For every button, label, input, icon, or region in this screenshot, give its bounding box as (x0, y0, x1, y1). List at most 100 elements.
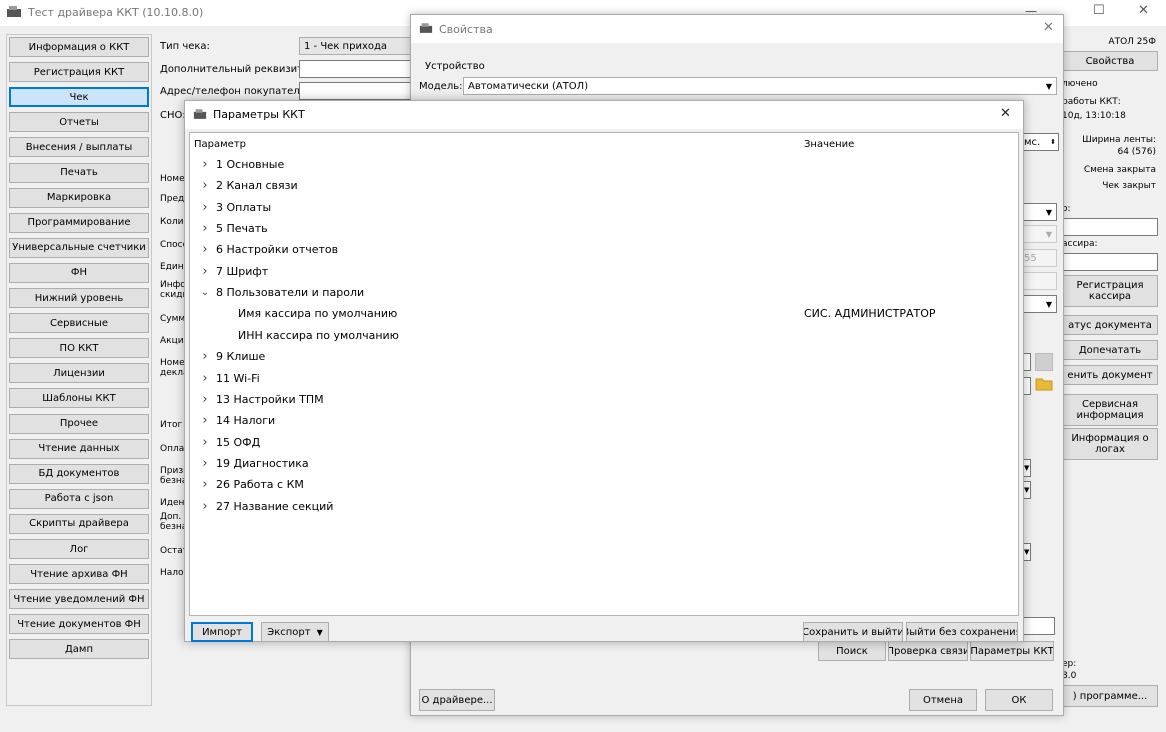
sidebar-item[interactable]: Внесения / выплаты (9, 137, 149, 158)
tree-row[interactable]: › 27 Название секций (198, 496, 1018, 517)
sidebar-item[interactable]: Чек (9, 87, 149, 108)
search-button[interactable]: Поиск (818, 641, 886, 661)
sidebar-item[interactable]: БД документов (9, 463, 149, 484)
sidebar-item[interactable]: Чтение уведомлений ФН (9, 589, 149, 610)
sidebar-item[interactable]: Прочее (9, 413, 149, 434)
sidebar-item[interactable]: Информация о ККТ (9, 37, 149, 57)
tree-row[interactable]: › 3 Оплаты (198, 197, 1018, 218)
tree-row[interactable]: › 13 Настройки ТПМ (198, 389, 1018, 410)
reprint-button[interactable]: Допечатать (1062, 340, 1158, 360)
sidebar-item[interactable]: ФН (9, 262, 149, 283)
chevron-right-icon[interactable]: › (198, 392, 212, 407)
tree-row[interactable]: › 9 Клише (198, 346, 1018, 367)
import-button[interactable]: Импорт (191, 622, 253, 642)
props-select-3[interactable]: ▼ (1019, 295, 1057, 313)
tree-row[interactable]: › 1 Основные (198, 154, 1018, 175)
cashier-input[interactable] (1062, 253, 1158, 271)
sidebar-item[interactable]: Чтение данных (9, 438, 149, 459)
chevron-right-icon[interactable]: › (198, 157, 212, 172)
exit-nosave-button[interactable]: Выйти без сохранения (906, 622, 1018, 642)
tree-row[interactable]: › 26 Работа с КМ (198, 474, 1018, 495)
chevron-right-icon[interactable]: › (198, 477, 212, 492)
chevron-right-icon[interactable]: › (198, 221, 212, 236)
sidebar-item[interactable]: ПО ККТ (9, 338, 149, 359)
extra-req-input[interactable] (299, 60, 414, 78)
chevron-right-icon[interactable]: › (198, 178, 212, 193)
props-select-1[interactable]: ▼ (1019, 203, 1057, 221)
close-icon[interactable]: ✕ (1138, 3, 1149, 18)
properties-button[interactable]: Свойства (1062, 51, 1158, 71)
params-tree[interactable]: Параметр Значение › 1 Основные › 2 Канал св… (189, 132, 1019, 616)
cancel-document-button[interactable]: енить документ (1062, 365, 1158, 385)
params-close-icon[interactable]: ✕ (1000, 106, 1011, 121)
export-button[interactable]: Экспорт ▼ (261, 622, 329, 642)
tree-row-label: 2 Канал связи (216, 179, 298, 193)
tree-row[interactable]: › 14 Налоги (198, 410, 1018, 431)
sidebar-item[interactable]: Лог (9, 539, 149, 559)
ok-button[interactable]: ОК (985, 689, 1053, 711)
props-square-button[interactable] (1035, 353, 1053, 371)
chevron-right-icon[interactable]: › (198, 435, 212, 450)
check-link-button[interactable]: Проверка связи (888, 641, 968, 661)
sidebar-item[interactable]: Программирование (9, 212, 149, 233)
tree-row[interactable]: ⌄ 8 Пользователи и пароли (198, 282, 1018, 303)
save-exit-button[interactable]: Сохранить и выйти (803, 622, 903, 642)
chevron-right-icon[interactable]: › (198, 200, 212, 215)
properties-close-icon[interactable]: ✕ (1043, 20, 1054, 35)
sidebar-item[interactable]: Печать (9, 162, 149, 183)
sidebar-item[interactable]: Работа с json (9, 488, 149, 509)
sidebar-item[interactable]: Чтение документов ФН (9, 614, 149, 635)
tree-row[interactable]: Имя кассира по умолчанию СИС. АДМИНИСТРАТ… (198, 303, 1018, 324)
about-program-button[interactable]: ) программе... (1062, 685, 1158, 707)
chevron-right-icon[interactable]: › (198, 456, 212, 471)
sidebar-item[interactable]: Регистрация ККТ (9, 62, 149, 83)
check-type-select[interactable]: 1 - Чек прихода (299, 37, 411, 55)
tree-row[interactable]: › 19 Диагностика (198, 453, 1018, 474)
chevron-right-icon[interactable]: › (198, 499, 212, 514)
folder-icon[interactable] (1035, 377, 1053, 394)
register-cashier-button[interactable]: Регистрация кассира (1062, 275, 1158, 307)
sidebar-item[interactable]: Чтение архива ФН (9, 564, 149, 585)
chevron-right-icon[interactable]: › (198, 413, 212, 428)
chevron-right-icon[interactable]: › (198, 264, 212, 279)
col-header-value[interactable]: Значение (804, 139, 854, 150)
about-driver-button[interactable]: О драйвере... (419, 689, 495, 711)
sidebar-item[interactable]: Нижний уровень (9, 288, 149, 308)
log-info-button[interactable]: Информация о логах (1062, 428, 1158, 460)
tree-row[interactable]: › 15 ОФД (198, 432, 1018, 453)
sidebar-item[interactable]: Маркировка (9, 187, 149, 208)
chevron-right-icon[interactable]: › (198, 242, 212, 257)
chevron-right-icon[interactable]: › (198, 349, 212, 364)
tree-row[interactable]: ИНН кассира по умолчанию (198, 325, 1018, 346)
sidebar-item[interactable]: Шаблоны ККТ (9, 388, 149, 409)
tree-row[interactable]: › 7 Шрифт (198, 261, 1018, 282)
tree-row-label: Имя кассира по умолчанию (238, 307, 398, 321)
sidebar-item[interactable]: Лицензии (9, 363, 149, 384)
chevron-down-icon[interactable]: ⌄ (198, 287, 212, 298)
tree-row[interactable]: › 5 Печать (198, 218, 1018, 239)
right-input-1[interactable] (1062, 218, 1158, 236)
sidebar-item[interactable]: Универсальные счетчики (9, 237, 149, 258)
props-input-1[interactable] (1019, 272, 1057, 290)
chevron-down-icon: ▼ (1024, 548, 1030, 556)
model-select[interactable]: Автоматически (АТОЛ) ▼ (463, 77, 1057, 95)
buyer-addr-input[interactable] (299, 82, 414, 100)
sidebar-item[interactable]: Скрипты драйвера (9, 513, 149, 534)
col-header-param[interactable]: Параметр (194, 139, 246, 150)
kkt-params-button[interactable]: Параметры ККТ (970, 641, 1054, 661)
tree-row[interactable]: › 2 Канал связи (198, 175, 1018, 196)
tree-row[interactable]: › 6 Настройки отчетов (198, 239, 1018, 260)
tree-row[interactable]: › 11 Wi-Fi (198, 368, 1018, 389)
doc-status-button[interactable]: атус документа (1062, 315, 1158, 335)
chevron-right-icon[interactable]: › (198, 371, 212, 386)
sidebar-item[interactable]: Дамп (9, 639, 149, 660)
service-info-button[interactable]: Сервисная информация (1062, 394, 1158, 426)
sidebar-item[interactable]: Сервисные (9, 313, 149, 334)
props-input-4[interactable] (1019, 617, 1055, 635)
props-select-2[interactable]: ▼ (1019, 225, 1057, 243)
props-spin-55[interactable]: 55 (1019, 249, 1057, 267)
sidebar-item[interactable]: Отчеты (9, 112, 149, 133)
cancel-button[interactable]: Отмена (909, 689, 977, 711)
maximize-icon[interactable]: ☐ (1093, 3, 1105, 18)
timeout-spin[interactable]: мс. ⬍ (1019, 133, 1059, 151)
